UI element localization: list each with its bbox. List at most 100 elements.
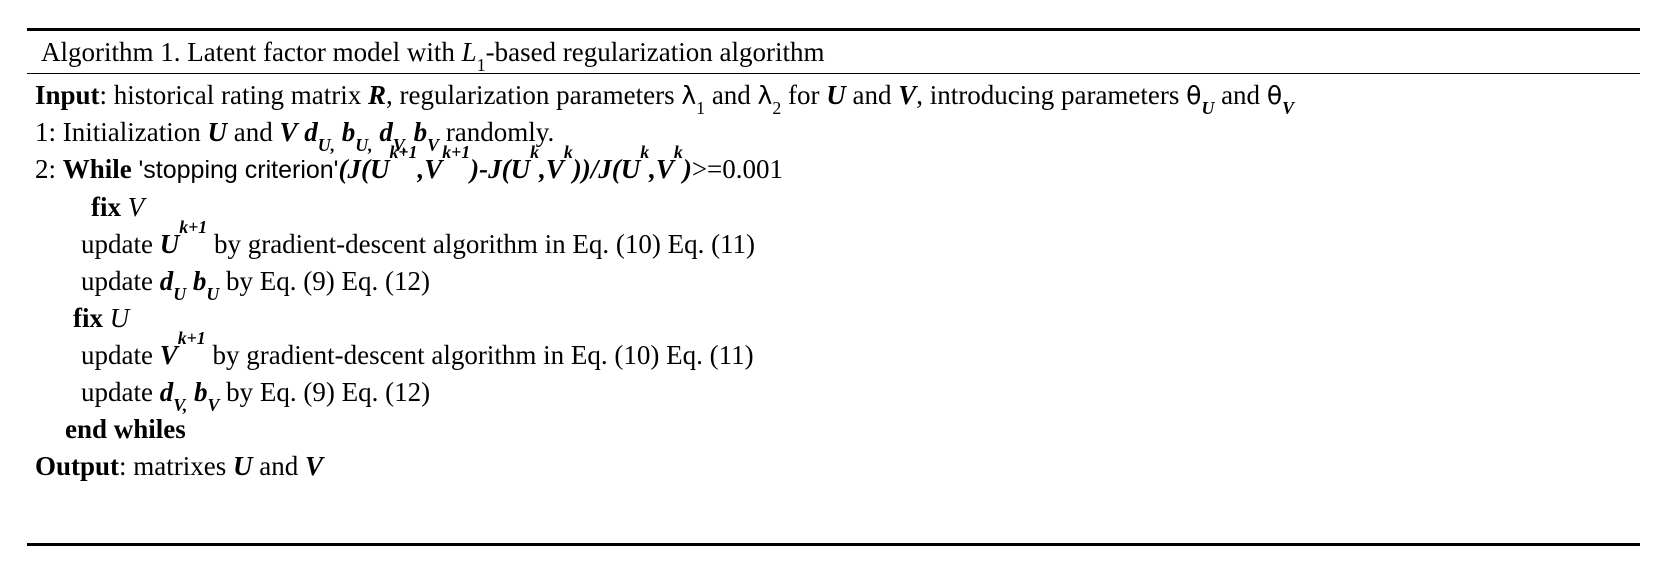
update-dV-variable-b: b	[194, 377, 208, 407]
update-U-variable: U	[159, 229, 180, 259]
input-text-4: for	[781, 80, 827, 110]
input-variable-U: U	[826, 80, 846, 110]
line-output: Output: matrixes U and V	[35, 448, 1640, 485]
line-2-U-3-superscript: k	[640, 142, 650, 163]
line-2-V-2: V	[545, 154, 564, 184]
line-1-variable-b-U: b	[341, 117, 356, 147]
line-2-J-1: J	[347, 154, 361, 184]
line-2-paren-close-3: )	[682, 154, 692, 184]
input-text-2: , regularization parameters	[386, 80, 682, 110]
update-dV-text-1: update	[81, 377, 160, 407]
update-V-text-1: update	[81, 340, 160, 370]
line-2-J-2-paren-open: (	[501, 154, 511, 184]
line-end-while: end whiles	[35, 411, 1640, 448]
line-2-U-2-superscript: k	[530, 142, 540, 163]
update-dU-text-2: by Eq. (9) Eq. (12)	[219, 266, 430, 296]
line-2-U-1-superscript: k+1	[389, 142, 418, 163]
input-text-6: , introducing parameters	[916, 80, 1187, 110]
input-variable-R: R	[367, 80, 386, 110]
input-lambda-2: λ	[757, 81, 773, 110]
line-1-number: 1:	[35, 117, 63, 147]
fix-V-keyword: fix	[91, 192, 121, 222]
line-fix-U: fix U	[35, 300, 1640, 337]
line-2-J-1-paren-open: (	[360, 154, 370, 184]
algorithm-title-prefix: Algorithm 1. Latent factor model with	[41, 37, 462, 67]
line-2-V-1: V	[424, 154, 443, 184]
update-V-text-2: by gradient-descent algorithm in Eq. (10…	[205, 340, 754, 370]
line-2-while: 2: While 'stopping criterion'(J(Uk+1,Vk+…	[35, 143, 1640, 189]
line-1-text-1: Initialization	[62, 117, 208, 147]
update-U-superscript: k+1	[179, 217, 208, 238]
update-U-text-1: update	[81, 229, 160, 259]
line-2-J-2: J	[488, 154, 502, 184]
line-2-number: 2:	[35, 154, 63, 184]
line-1-variable-d-U: d	[304, 117, 318, 147]
fix-U-variable: U	[109, 303, 130, 333]
input-theta-U: θ	[1186, 81, 1202, 110]
output-label: Output	[35, 451, 120, 481]
line-2-comma-2: ,	[539, 154, 546, 184]
line-2-U-2: U	[510, 154, 531, 184]
output-text-2: and	[252, 451, 306, 481]
update-dU-variable-b: b	[192, 266, 207, 296]
input-lambda-2-subscript: 2	[772, 98, 782, 119]
line-2-V-3-superscript: k	[673, 142, 683, 163]
input-label: Input	[35, 80, 100, 110]
input-text-7: and	[1214, 80, 1267, 110]
line-fix-V: fix V	[35, 189, 1640, 226]
input-text-3: and	[705, 80, 758, 110]
fix-V-variable: V	[127, 192, 145, 222]
line-2-J-3: J	[598, 154, 612, 184]
update-dU-variable-d-subscript: U	[173, 284, 187, 305]
line-1-variable-b-V-subscript: V	[427, 135, 440, 156]
input-text-1: : historical rating matrix	[99, 80, 368, 110]
update-dV-text-2: by Eq. (9) Eq. (12)	[219, 377, 431, 407]
rule-bottom	[27, 543, 1640, 546]
bottom-spacer	[35, 485, 1640, 543]
line-1-variable-d-U-subscript: U,	[317, 135, 336, 156]
line-1-variable-b-U-subscript: U,	[355, 135, 373, 156]
algorithm-block: Algorithm 1. Latent factor model with L1…	[27, 28, 1640, 546]
input-theta-U-subscript: U	[1201, 98, 1215, 119]
line-update-dV-bV: update dV, bV by Eq. (9) Eq. (12)	[35, 374, 1640, 414]
line-2-U-1: U	[369, 154, 390, 184]
line-1-variable-V: V	[279, 117, 298, 147]
algorithm-title-symbol-L-subscript: 1	[476, 55, 486, 76]
update-dU-variable-d: d	[159, 266, 174, 296]
algorithm-title: Algorithm 1. Latent factor model with L1…	[27, 31, 1640, 76]
line-2-minus: -	[479, 154, 489, 184]
fix-U-keyword: fix	[73, 303, 103, 333]
line-2-criterion-text: 'stopping criterion'	[138, 156, 339, 184]
output-variable-V: V	[305, 451, 324, 481]
line-2-paren-close-1: )	[470, 154, 480, 184]
update-dV-variable-b-subscript: V	[207, 395, 220, 416]
output-variable-U: U	[233, 451, 253, 481]
line-2-J-3-paren-open: (	[611, 154, 621, 184]
line-1-initialization: 1: Initialization U and V dU, bU, dV, bV…	[35, 114, 1640, 154]
end-while-keyword: end whiles	[65, 414, 186, 444]
update-dU-text-1: update	[81, 266, 160, 296]
line-update-dU-bU: update dU bU by Eq. (9) Eq. (12)	[35, 263, 1640, 303]
input-lambda-1: λ	[681, 81, 697, 110]
output-text-1: : matrixes	[119, 451, 234, 481]
line-2-condition: >=0.001	[691, 154, 784, 184]
line-2-U-3: U	[620, 154, 641, 184]
line-1-variable-U: U	[207, 117, 227, 147]
update-dU-variable-b-subscript: U	[206, 284, 220, 305]
input-variable-V: V	[898, 80, 917, 110]
line-1-text-2: and	[226, 117, 280, 147]
line-2-paren-close-2: ))	[572, 154, 591, 184]
update-dV-variable-d: d	[159, 377, 174, 407]
line-2-comma-3: ,	[649, 154, 656, 184]
algorithm-body: Input: historical rating matrix R, regul…	[27, 74, 1640, 543]
input-theta-V-subscript: V	[1282, 98, 1294, 119]
line-update-V: update Vk+1 by gradient-descent algorith…	[35, 329, 1640, 374]
line-input: Input: historical rating matrix R, regul…	[35, 77, 1640, 117]
algorithm-title-suffix: -based regularization algorithm	[485, 37, 825, 67]
line-2-V-3: V	[655, 154, 674, 184]
update-dV-variable-d-subscript: V,	[173, 395, 188, 416]
update-U-text-2: by gradient-descent algorithm in Eq. (10…	[207, 229, 756, 259]
input-lambda-1-subscript: 1	[696, 98, 706, 119]
line-update-U: update Uk+1 by gradient-descent algorith…	[35, 218, 1640, 263]
line-2-while-keyword: While	[62, 154, 132, 184]
